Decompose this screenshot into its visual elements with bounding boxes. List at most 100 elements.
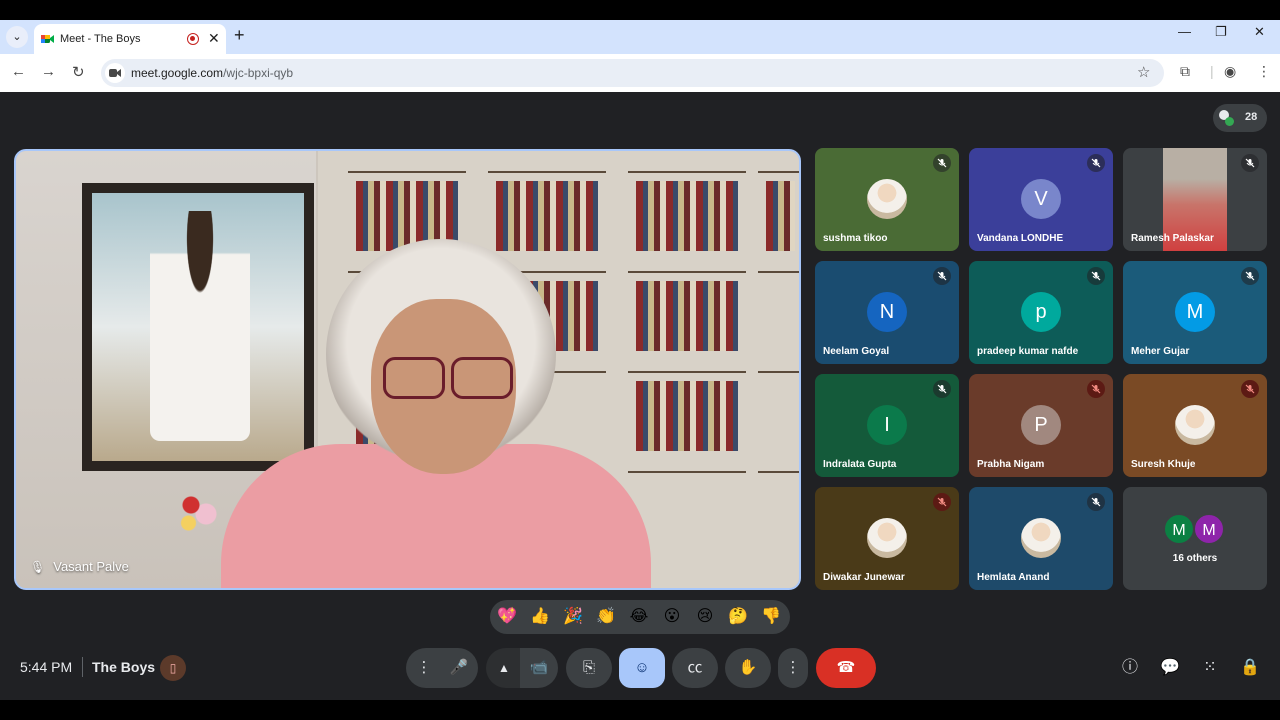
- others-tile[interactable]: M M 16 others: [1123, 487, 1267, 590]
- browser-menu-icon[interactable]: ⋮: [1257, 63, 1271, 80]
- participant-count: 28: [1245, 111, 1258, 123]
- participant-avatar: I: [867, 405, 907, 445]
- muted-mic-icon: [933, 380, 951, 398]
- others-avatars: MM: [1163, 513, 1227, 547]
- tab-close-button[interactable]: ✕: [208, 30, 220, 47]
- reaction-sad-icon[interactable]: 😢: [692, 604, 718, 630]
- participant-tile[interactable]: V Vandana LONDHE: [969, 148, 1113, 251]
- leave-call-button[interactable]: ☎: [816, 648, 876, 688]
- reaction-laugh-icon[interactable]: 😂: [626, 604, 652, 630]
- reaction-surprised-icon[interactable]: 😮: [659, 604, 685, 630]
- meet-stage: 28 🎙 Vasant Palve sushma tikoo V Vandana…: [0, 92, 1280, 700]
- host-controls-badge-icon[interactable]: ▯: [160, 655, 186, 681]
- participant-tile[interactable]: Suresh Khuje: [1123, 374, 1267, 477]
- microphone-button[interactable]: 🎤: [440, 648, 478, 688]
- participants-button[interactable]: 28: [1213, 104, 1267, 132]
- reaction-thinking-icon[interactable]: 🤔: [725, 604, 751, 630]
- others-count-label: 16 others: [1172, 553, 1218, 564]
- participant-name: pradeep kumar nafde: [977, 346, 1079, 357]
- tab-search-button[interactable]: ⌄: [6, 26, 28, 48]
- address-bar[interactable]: meet.google.com/wjc-bpxi-qyb ☆: [101, 59, 1164, 87]
- muted-mic-icon: [1241, 154, 1259, 172]
- participant-avatar: N: [867, 292, 907, 332]
- participant-name: Neelam Goyal: [823, 346, 890, 357]
- reaction-thumbs-up-icon[interactable]: 👍: [527, 604, 553, 630]
- reaction-party-icon[interactable]: 🎉: [560, 604, 586, 630]
- participant-name: Indralata Gupta: [823, 459, 897, 470]
- reaction-thumbs-down-icon[interactable]: 👎: [758, 604, 784, 630]
- back-arrow-icon[interactable]: ←: [11, 63, 26, 80]
- meet-favicon-icon: [41, 35, 54, 43]
- meeting-clock: 5:44 PM: [20, 659, 73, 675]
- participant-tile[interactable]: N Neelam Goyal: [815, 261, 959, 364]
- participant-tile[interactable]: Ramesh Palaskar: [1123, 148, 1267, 251]
- participant-tile[interactable]: p pradeep kumar nafde: [969, 261, 1113, 364]
- participant-avatar: P: [1021, 405, 1061, 445]
- audio-level-icon: ⋮: [406, 648, 442, 688]
- participant-avatar: M: [1175, 292, 1215, 332]
- url-path: /wjc-bpxi-qyb: [223, 66, 294, 80]
- emoji-reactions-button[interactable]: ☺: [619, 648, 665, 688]
- bottom-divider: [82, 657, 83, 677]
- profile-icon[interactable]: ◉: [1224, 63, 1236, 80]
- present-screen-button[interactable]: ⎘: [566, 648, 612, 688]
- main-speaker-name: Vasant Palve: [53, 559, 129, 574]
- reaction-clap-icon[interactable]: 👏: [593, 604, 619, 630]
- participant-avatar: p: [1021, 292, 1061, 332]
- recording-indicator-icon: [187, 33, 199, 45]
- participant-avatar: [867, 518, 907, 558]
- site-info-icon[interactable]: [105, 63, 125, 83]
- muted-mic-icon: [933, 493, 951, 511]
- participant-tile[interactable]: sushma tikoo: [815, 148, 959, 251]
- tab-title: Meet - The Boys: [60, 33, 141, 45]
- muted-mic-icon: [1087, 493, 1105, 511]
- reload-icon[interactable]: ↻: [72, 63, 85, 81]
- forward-arrow-icon[interactable]: →: [41, 63, 56, 80]
- participant-name: Meher Gujar: [1131, 346, 1190, 357]
- participant-name: sushma tikoo: [823, 233, 888, 244]
- meeting-details-icon[interactable]: ⓘ: [1118, 656, 1142, 680]
- participant-avatar: [867, 179, 907, 219]
- participant-name: Hemlata Anand: [977, 572, 1050, 583]
- meeting-name: The Boys: [92, 659, 156, 675]
- new-tab-button[interactable]: +: [234, 25, 245, 46]
- muted-mic-icon: [1087, 154, 1105, 172]
- toolbar-separator: |: [1210, 63, 1214, 79]
- browser-toolbar: ← → ↻ meet.google.com/wjc-bpxi-qyb ☆ ⧉ |…: [0, 54, 1280, 92]
- camera-button[interactable]: 📹: [520, 648, 558, 688]
- minimize-button[interactable]: —: [1178, 24, 1191, 39]
- reaction-heart-icon[interactable]: 💖: [494, 604, 520, 630]
- muted-mic-icon: [933, 267, 951, 285]
- others-avatar: M: [1163, 513, 1195, 545]
- main-speaker-video[interactable]: 🎙 Vasant Palve: [14, 149, 801, 590]
- muted-mic-icon: [1087, 267, 1105, 285]
- participant-tile[interactable]: Diwakar Junewar: [815, 487, 959, 590]
- screen-top-bar: [0, 0, 1280, 20]
- camera-options-chevron-icon[interactable]: ▲: [486, 648, 522, 688]
- extensions-icon[interactable]: ⧉: [1180, 63, 1190, 80]
- window-close-button[interactable]: ✕: [1254, 24, 1265, 40]
- raise-hand-button[interactable]: ✋: [725, 648, 771, 688]
- more-options-button[interactable]: ⋮: [778, 648, 808, 688]
- muted-mic-icon: [1241, 267, 1259, 285]
- participant-tile[interactable]: M Meher Gujar: [1123, 261, 1267, 364]
- activities-icon[interactable]: ⁙: [1198, 656, 1222, 680]
- bookmark-star-icon[interactable]: ☆: [1137, 63, 1150, 81]
- participant-name: Prabha Nigam: [977, 459, 1045, 470]
- participant-name: Ramesh Palaskar: [1131, 233, 1214, 244]
- restore-button[interactable]: ❐: [1215, 24, 1227, 40]
- main-speaker-nametag: 🎙 Vasant Palve: [30, 559, 129, 574]
- muted-mic-icon: [933, 154, 951, 172]
- participant-avatar: V: [1021, 179, 1061, 219]
- tab-meet[interactable]: Meet - The Boys ✕: [34, 24, 226, 54]
- screen-bottom-bar: [0, 700, 1280, 720]
- reactions-bar: 💖 👍 🎉 👏 😂 😮 😢 🤔 👎: [490, 600, 790, 634]
- chat-icon[interactable]: 💬: [1158, 656, 1182, 680]
- captions-button[interactable]: ㏄: [672, 648, 718, 688]
- participant-tile[interactable]: I Indralata Gupta: [815, 374, 959, 477]
- participant-tile[interactable]: P Prabha Nigam: [969, 374, 1113, 477]
- participant-avatar: [1175, 405, 1215, 445]
- muted-mic-icon: [1241, 380, 1259, 398]
- host-controls-lock-icon[interactable]: 🔒: [1238, 656, 1262, 680]
- participant-tile[interactable]: Hemlata Anand: [969, 487, 1113, 590]
